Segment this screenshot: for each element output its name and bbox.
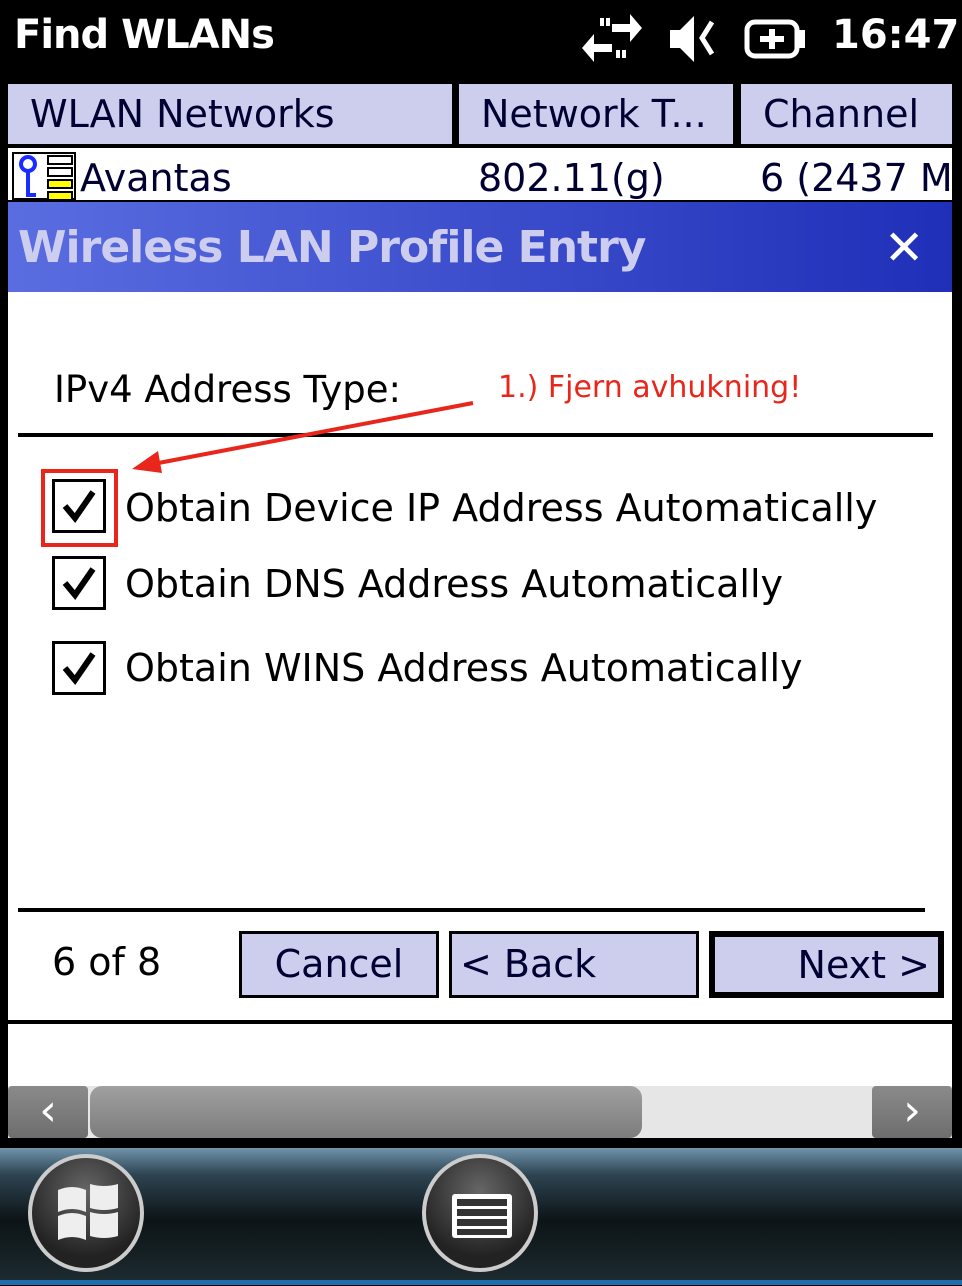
- network-type: 802.11(g): [478, 156, 665, 200]
- label-obtain-wins: Obtain WINS Address Automatically: [125, 646, 803, 690]
- back-button[interactable]: < Back: [449, 931, 699, 998]
- keyboard-icon: [452, 1194, 512, 1238]
- label-obtain-ip: Obtain Device IP Address Automatically: [125, 486, 878, 530]
- taskbar: [0, 1148, 962, 1285]
- speaker-muted-icon[interactable]: [666, 12, 722, 66]
- cancel-button[interactable]: Cancel: [239, 931, 439, 998]
- clock: 16:47: [832, 12, 960, 58]
- keyboard-button[interactable]: [422, 1154, 538, 1272]
- app-title: Find WLANs: [14, 12, 275, 58]
- annotation-text: 1.) Fjern avhukning!: [498, 370, 802, 405]
- dialog-title: Wireless LAN Profile Entry: [18, 222, 646, 273]
- column-header-channel[interactable]: Channel: [741, 84, 952, 144]
- checkbox-obtain-ip[interactable]: [52, 479, 106, 533]
- scrollbar-thumb[interactable]: [90, 1086, 642, 1138]
- panel-area: [8, 1024, 952, 1086]
- battery-charging-icon: [744, 19, 805, 59]
- scroll-right-icon[interactable]: ›: [872, 1086, 952, 1138]
- connectivity-arrows-icon[interactable]: [582, 10, 642, 66]
- label-obtain-dns: Obtain DNS Address Automatically: [125, 562, 784, 606]
- column-header-network-type[interactable]: Network T...: [459, 84, 733, 144]
- checkbox-obtain-wins[interactable]: [52, 641, 106, 695]
- column-header-wlan-networks[interactable]: WLAN Networks: [8, 84, 452, 144]
- annotation-arrow: [132, 401, 474, 473]
- close-icon[interactable]: ✕: [884, 220, 924, 276]
- dialog-title-bar: Wireless LAN Profile Entry ✕: [8, 202, 952, 292]
- page-indicator: 6 of 8: [52, 940, 162, 984]
- horizontal-scrollbar[interactable]: ‹ ›: [8, 1086, 952, 1138]
- checkbox-obtain-dns[interactable]: [52, 556, 106, 610]
- start-button[interactable]: [28, 1154, 144, 1272]
- network-name: Avantas: [80, 156, 232, 200]
- divider: [18, 908, 925, 912]
- table-row[interactable]: Avantas 802.11(g) 6 (2437 M: [8, 148, 952, 200]
- windows-logo-icon: [58, 1184, 118, 1240]
- network-channel: 6 (2437 M: [760, 156, 952, 200]
- scroll-left-icon[interactable]: ‹: [8, 1086, 88, 1138]
- next-button[interactable]: Next >: [709, 931, 944, 998]
- secured-network-signal-icon: [12, 152, 76, 200]
